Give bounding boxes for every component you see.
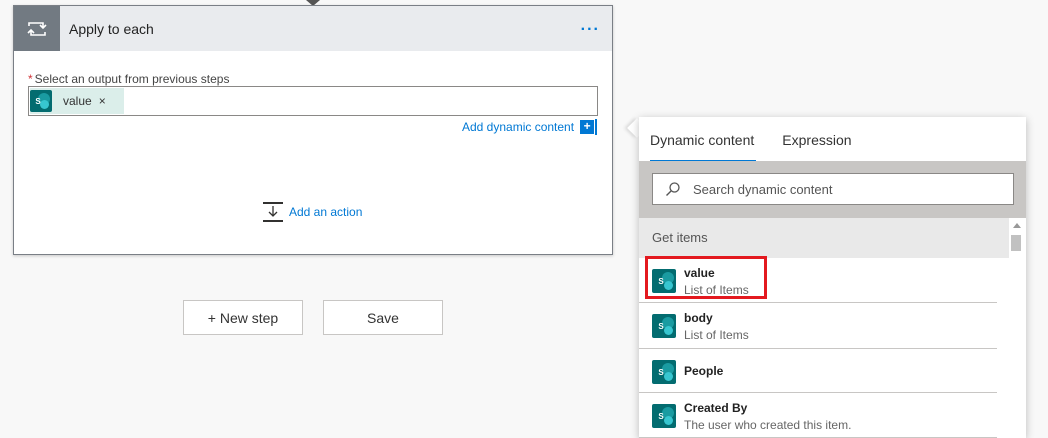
- sharepoint-icon: S: [652, 360, 676, 384]
- sharepoint-icon: S: [30, 90, 52, 112]
- required-mark: *: [28, 72, 33, 86]
- add-dynamic-plus-icon: +: [580, 119, 598, 135]
- item-name: value: [684, 266, 715, 280]
- save-button[interactable]: Save: [323, 300, 443, 335]
- add-dynamic-label: Add dynamic content: [462, 120, 575, 134]
- tab-expression[interactable]: Expression: [782, 117, 851, 161]
- scroll-up-arrow-icon[interactable]: [1013, 223, 1021, 228]
- search-area: [639, 161, 1026, 218]
- group-header-get-items[interactable]: Get items: [639, 218, 1009, 258]
- search-icon: [666, 182, 680, 196]
- output-select-field[interactable]: S value ×: [28, 86, 598, 116]
- sharepoint-icon: S: [652, 269, 676, 293]
- item-desc: The user who created this item.: [684, 418, 852, 432]
- field-label: * Select an output from previous steps: [28, 72, 229, 86]
- loop-icon: [14, 6, 60, 51]
- item-name: Created By: [684, 401, 748, 415]
- field-label-text: Select an output from previous steps: [34, 72, 230, 86]
- more-options-icon[interactable]: ...: [581, 18, 600, 34]
- sharepoint-icon: S: [652, 314, 676, 338]
- scroll-thumb[interactable]: [1011, 235, 1021, 251]
- add-action-label: Add an action: [289, 205, 363, 219]
- list-item-body[interactable]: S body List of Items: [639, 303, 997, 349]
- apply-to-each-card: Apply to each ... * Select an output from…: [13, 5, 613, 255]
- add-action-icon: [263, 202, 283, 222]
- token-remove-icon[interactable]: ×: [99, 94, 106, 108]
- card-title: Apply to each: [69, 20, 154, 37]
- tab-dynamic-content[interactable]: Dynamic content: [650, 117, 757, 162]
- list-scrollbar[interactable]: [1010, 218, 1022, 438]
- dynamic-content-list: Get items S value List of Items S body L…: [639, 218, 1026, 438]
- list-item-created-by[interactable]: S Created By The user who created this i…: [639, 393, 997, 438]
- value-token[interactable]: S value ×: [30, 88, 124, 114]
- item-desc: List of Items: [684, 283, 749, 297]
- add-an-action-link[interactable]: Add an action: [262, 201, 362, 223]
- new-step-button[interactable]: + New step: [183, 300, 303, 335]
- item-name: body: [684, 311, 713, 325]
- dynamic-content-panel: Dynamic content Expression Get items S v…: [639, 117, 1026, 438]
- search-input[interactable]: [693, 181, 993, 197]
- list-item-value[interactable]: S value List of Items: [639, 258, 997, 303]
- item-name: People: [684, 364, 724, 378]
- add-dynamic-content-link[interactable]: Add dynamic content +: [462, 119, 598, 135]
- search-box[interactable]: [652, 173, 1014, 205]
- list-item-people[interactable]: S People: [639, 349, 997, 393]
- sharepoint-icon: S: [652, 404, 676, 428]
- panel-tabs: Dynamic content Expression: [639, 117, 1026, 162]
- card-header[interactable]: Apply to each ...: [14, 6, 612, 51]
- item-desc: List of Items: [684, 328, 749, 342]
- token-label: value: [63, 94, 92, 108]
